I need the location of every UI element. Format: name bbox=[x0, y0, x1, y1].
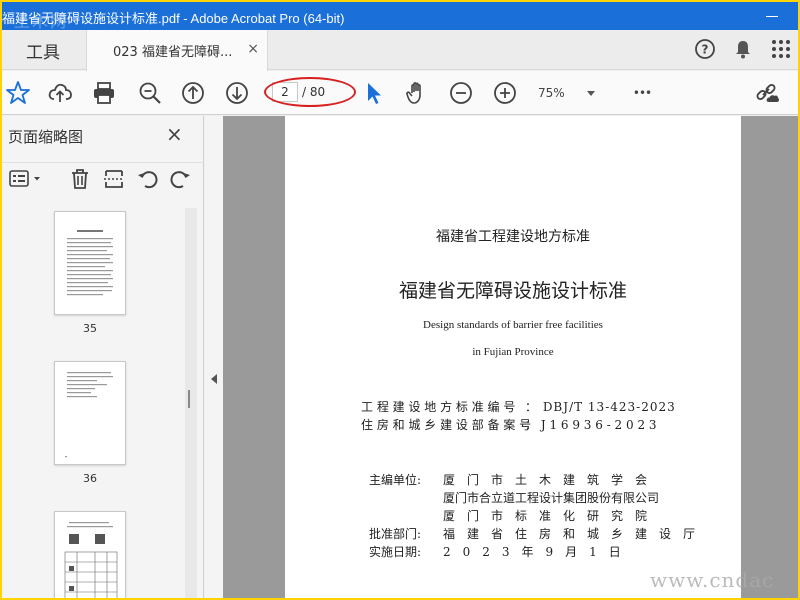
insert-page-icon[interactable] bbox=[102, 167, 126, 195]
apps-grid-icon[interactable] bbox=[770, 38, 792, 60]
help-icon[interactable]: ? bbox=[694, 38, 716, 60]
panel-collapse-strip[interactable] bbox=[205, 116, 223, 598]
share-link-icon[interactable] bbox=[754, 79, 782, 107]
scrollbar-grip[interactable] bbox=[188, 390, 190, 408]
next-page-icon[interactable] bbox=[223, 79, 251, 107]
bell-icon[interactable] bbox=[732, 38, 754, 60]
zoom-level-dropdown[interactable]: 75% bbox=[538, 83, 608, 103]
watermark-bottom: www.cndac bbox=[650, 568, 775, 592]
thumbnail-label-36: 36 bbox=[83, 472, 97, 485]
editor-org-1: 厦 门 市 土 木 建 筑 学 会 bbox=[443, 473, 648, 487]
record-number-label: 住 房 和 城 乡 建 设 部 备 案 号 bbox=[361, 418, 532, 432]
editor-org-2: 厦门市合立道工程设计集团股份有限公司 bbox=[443, 491, 660, 505]
document-view[interactable]: 福建省工程建设地方标准 福建省无障碍设施设计标准 Design standard… bbox=[223, 116, 798, 598]
panel-title: 页面缩略图 bbox=[8, 128, 84, 146]
thumbnail-options-icon[interactable] bbox=[8, 167, 44, 195]
delete-page-icon[interactable] bbox=[68, 167, 92, 195]
print-icon[interactable] bbox=[90, 79, 118, 107]
record-number-value: ： J 1 6 9 3 6 - 2 0 2 3 bbox=[525, 418, 657, 432]
zoom-in-icon[interactable] bbox=[491, 79, 519, 107]
previous-page-icon[interactable] bbox=[179, 79, 207, 107]
doc-english-title-2: in Fujian Province bbox=[472, 346, 554, 358]
thumbnail-scrollbar[interactable] bbox=[185, 208, 197, 598]
thumbnail-label-35: 35 bbox=[83, 322, 97, 335]
tab-tools[interactable]: 工具 bbox=[2, 30, 84, 70]
zoom-search-icon[interactable] bbox=[136, 79, 164, 107]
standard-number-value: ： DBJ/T 13-423-2023 bbox=[525, 400, 676, 414]
main-toolbar: / 80 75% ••• bbox=[2, 71, 798, 115]
rotate-clockwise-icon[interactable] bbox=[168, 167, 192, 195]
hand-tool-icon[interactable] bbox=[403, 79, 431, 107]
approve-value: 福 建 省 住 房 和 城 乡 建 设 厅 bbox=[443, 527, 696, 541]
date-label: 实施日期: bbox=[369, 545, 422, 559]
thumbnail-page-37[interactable] bbox=[54, 511, 126, 598]
zoom-out-icon[interactable] bbox=[447, 79, 475, 107]
tab-document[interactable]: 023 福建省无障碍... × bbox=[86, 30, 268, 71]
tabbar-right-icons: ? bbox=[694, 38, 792, 60]
minimize-button[interactable] bbox=[766, 16, 778, 17]
doc-title: 福建省无障碍设施设计标准 bbox=[398, 280, 627, 302]
svg-text:?: ? bbox=[702, 43, 709, 57]
approve-label: 批准部门: bbox=[369, 527, 422, 541]
more-tools-icon[interactable]: ••• bbox=[628, 79, 656, 107]
editor-label: 主编单位: bbox=[369, 473, 422, 487]
acrobat-window: 福建省无障碍设施设计标准.pdf - Adobe Acrobat Pro (64… bbox=[2, 2, 798, 598]
tab-close-icon[interactable]: × bbox=[247, 41, 259, 57]
collapse-panel-icon[interactable] bbox=[211, 374, 217, 384]
page-thumbnails-panel: 页面缩略图 × 35 36 bbox=[2, 116, 204, 598]
doc-english-title-1: Design standards of barrier free facilit… bbox=[423, 319, 603, 331]
standard-number-label: 工 程 建 设 地 方 标 准 编 号 bbox=[361, 400, 516, 414]
thumbnail-list: 35 36 bbox=[2, 202, 184, 598]
date-value: 2 0 2 3 年 9 月 1 日 bbox=[443, 545, 621, 559]
chevron-down-icon bbox=[586, 90, 595, 96]
bookmark-star-icon[interactable] bbox=[4, 79, 32, 107]
editor-org-3: 厦 门 市 标 准 化 研 究 院 bbox=[443, 509, 648, 523]
thumbnail-page-35[interactable] bbox=[54, 211, 126, 315]
rotate-counterclockwise-icon[interactable] bbox=[136, 167, 160, 195]
tab-bar: 工具 023 福建省无障碍... × ? bbox=[2, 30, 798, 71]
pdf-page: 福建省工程建设地方标准 福建省无障碍设施设计标准 Design standard… bbox=[285, 116, 741, 598]
zoom-level-value: 75% bbox=[538, 86, 565, 100]
tab-document-label: 023 福建省无障碍... bbox=[113, 45, 233, 60]
thumbnail-page-36[interactable] bbox=[54, 361, 126, 465]
doc-subtitle: 福建省工程建设地方标准 bbox=[436, 229, 590, 245]
title-bar: 福建省无障碍设施设计标准.pdf - Adobe Acrobat Pro (64… bbox=[2, 2, 798, 31]
annotation-ellipse bbox=[264, 77, 356, 107]
panel-close-icon[interactable]: × bbox=[166, 122, 183, 146]
select-cursor-icon[interactable] bbox=[360, 79, 388, 107]
cloud-upload-icon[interactable] bbox=[46, 79, 74, 107]
thumbnail-toolbar bbox=[2, 162, 204, 196]
watermark-top: 土木网 bbox=[14, 12, 69, 31]
